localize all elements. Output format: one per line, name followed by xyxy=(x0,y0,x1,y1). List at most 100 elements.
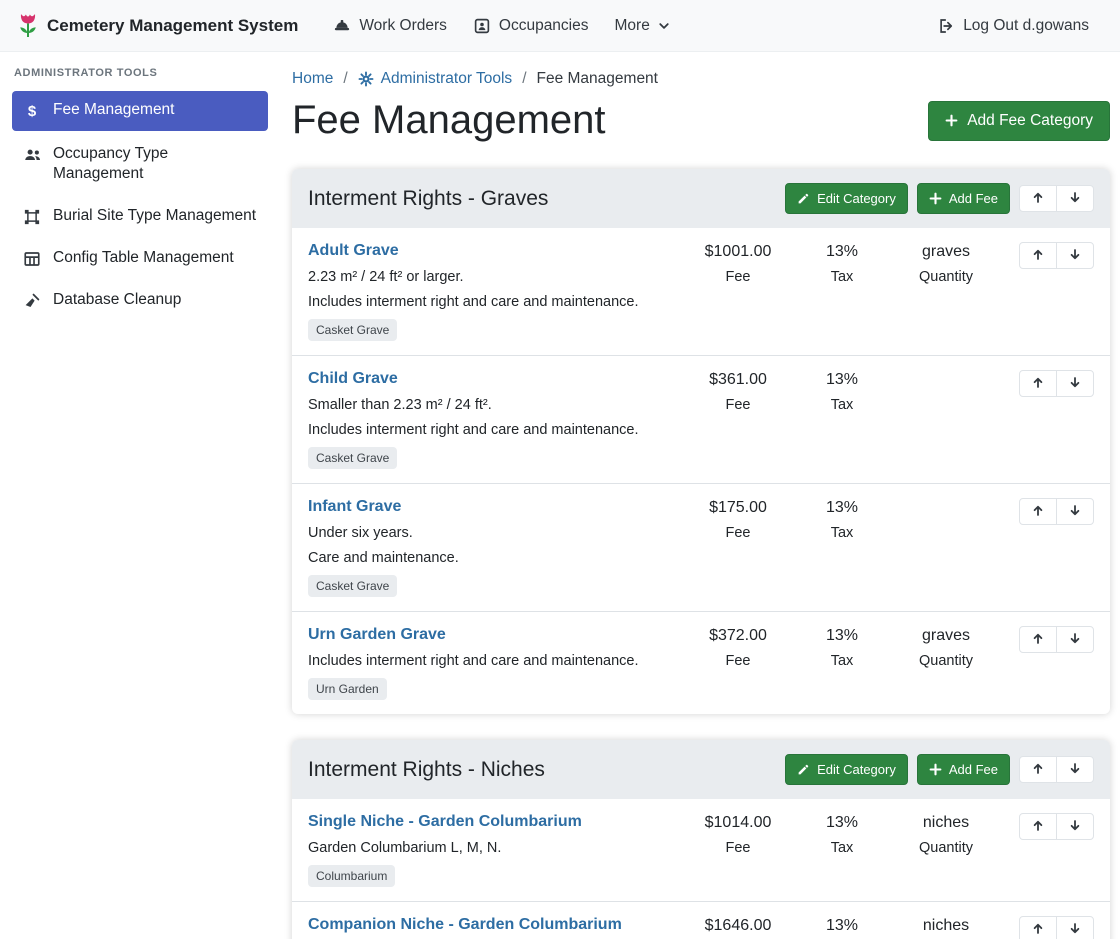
app-title: Cemetery Management System xyxy=(47,16,298,36)
fee-descriptions: Smaller than 2.23 m² / 24 ft².Includes i… xyxy=(308,397,680,438)
nav-item-occupancies[interactable]: Occupancies xyxy=(460,9,602,43)
fee-amount-column: $1001.00 Fee xyxy=(686,242,790,285)
fee-type-badge: Urn Garden xyxy=(308,678,387,700)
fee-quantity-column: niches Quantity xyxy=(894,916,998,939)
move-fee-down-button[interactable] xyxy=(1056,916,1094,939)
breadcrumb-home-link[interactable]: Home xyxy=(292,70,333,88)
page-title: Fee Management xyxy=(292,98,606,143)
sidebar-item-burial-site-type-management[interactable]: Burial Site Type Management xyxy=(12,197,268,235)
fee-amount: $175.00 xyxy=(686,498,790,517)
add-fee-category-label: Add Fee Category xyxy=(967,112,1093,130)
fee-description: Garden Columbarium L, M, N. xyxy=(308,840,680,856)
add-fee-label: Add Fee xyxy=(949,191,998,206)
fee-tax-label: Tax xyxy=(790,525,894,541)
arrow-down-icon xyxy=(1069,504,1081,517)
move-fee-down-button[interactable] xyxy=(1056,242,1094,269)
move-fee-up-button[interactable] xyxy=(1019,498,1057,525)
fee-tax: 13% xyxy=(790,916,894,935)
sidebar-item-config-table-management[interactable]: Config Table Management xyxy=(12,239,268,277)
move-fee-up-button[interactable] xyxy=(1019,626,1057,653)
fee-quantity: niches xyxy=(894,813,998,832)
move-fee-up-button[interactable] xyxy=(1019,370,1057,397)
fee-name-link[interactable]: Single Niche - Garden Columbarium xyxy=(308,813,582,831)
breadcrumb: Home / Administrator Tools / Fee Managem… xyxy=(292,70,1110,88)
gear-icon xyxy=(358,71,374,87)
fee-amount-column: $1646.00 Fee xyxy=(686,916,790,939)
arrow-down-icon xyxy=(1069,819,1081,832)
edit-category-label: Edit Category xyxy=(817,191,896,206)
navbar-items: Work Orders Occupancies More xyxy=(320,9,683,43)
edit-category-button[interactable]: Edit Category xyxy=(785,183,908,214)
fee-quantity-label: Quantity xyxy=(894,840,998,856)
add-fee-button[interactable]: Add Fee xyxy=(917,183,1010,214)
fee-amount-label: Fee xyxy=(686,269,790,285)
sidebar-heading: ADMINISTRATOR TOOLS xyxy=(14,67,266,79)
fee-descriptions: Garden Columbarium L, M, N. xyxy=(308,840,680,856)
fee-name-link[interactable]: Infant Grave xyxy=(308,498,401,516)
fee-descriptions: Includes interment right and care and ma… xyxy=(308,653,680,669)
fee-name-link[interactable]: Urn Garden Grave xyxy=(308,626,446,644)
sidebar-list: $ Fee Management Occupancy Type Manageme… xyxy=(12,91,268,319)
add-fee-button[interactable]: Add Fee xyxy=(917,754,1010,785)
breadcrumb-separator: / xyxy=(343,70,347,88)
fee-quantity-column: niches Quantity xyxy=(894,813,998,856)
fee-tax-column: 13% Tax xyxy=(790,813,894,856)
fee-tax-column: 13% Tax xyxy=(790,626,894,669)
fee-description: 2.23 m² / 24 ft² or larger. xyxy=(308,269,680,285)
move-category-down-button[interactable] xyxy=(1056,185,1094,212)
fee-info: Child Grave Smaller than 2.23 m² / 24 ft… xyxy=(308,370,686,469)
sidebar-item-occupancy-type-management[interactable]: Occupancy Type Management xyxy=(12,135,268,193)
arrow-down-icon xyxy=(1069,191,1081,204)
logout-button[interactable]: Log Out d.gowans xyxy=(924,9,1102,43)
fee-name-link[interactable]: Companion Niche - Garden Columbarium xyxy=(308,916,622,934)
fee-reorder-buttons xyxy=(1012,916,1094,939)
fee-description: Smaller than 2.23 m² / 24 ft². xyxy=(308,397,680,413)
move-fee-up-button[interactable] xyxy=(1019,916,1057,939)
move-category-up-button[interactable] xyxy=(1019,756,1057,783)
move-category-down-button[interactable] xyxy=(1056,756,1094,783)
fee-rows: Adult Grave 2.23 m² / 24 ft² or larger. I… xyxy=(292,228,1110,714)
move-fee-down-button[interactable] xyxy=(1056,626,1094,653)
category-actions: Edit Category Add Fee xyxy=(785,754,1094,785)
arrow-down-icon xyxy=(1069,632,1081,645)
fee-row: Urn Garden Grave Includes interment righ… xyxy=(292,611,1110,714)
move-fee-down-button[interactable] xyxy=(1056,370,1094,397)
fee-name-link[interactable]: Adult Grave xyxy=(308,242,399,260)
pencil-icon xyxy=(797,763,810,776)
fee-reorder-buttons xyxy=(1012,370,1094,397)
move-fee-up-button[interactable] xyxy=(1019,813,1057,840)
breadcrumb-admin-link[interactable]: Administrator Tools xyxy=(358,70,513,88)
fee-type-badge: Casket Grave xyxy=(308,575,397,597)
fee-info: Adult Grave 2.23 m² / 24 ft² or larger.I… xyxy=(308,242,686,341)
move-category-up-button[interactable] xyxy=(1019,185,1057,212)
move-fee-up-button[interactable] xyxy=(1019,242,1057,269)
nav-item-more[interactable]: More xyxy=(602,9,683,43)
add-fee-category-button[interactable]: Add Fee Category xyxy=(928,101,1110,141)
fee-amount: $1001.00 xyxy=(686,242,790,261)
plus-icon xyxy=(929,763,942,776)
add-fee-label: Add Fee xyxy=(949,762,998,777)
fee-quantity: graves xyxy=(894,242,998,261)
category-reorder-buttons xyxy=(1019,756,1094,783)
sidebar-item-fee-management[interactable]: $ Fee Management xyxy=(12,91,268,131)
category-title: Interment Rights - Graves xyxy=(308,187,785,211)
fee-name-link[interactable]: Child Grave xyxy=(308,370,398,388)
fee-type-badge: Casket Grave xyxy=(308,319,397,341)
app-brand: Cemetery Management System xyxy=(18,12,298,39)
sidebar-item-database-cleanup[interactable]: Database Cleanup xyxy=(12,281,268,319)
plus-icon xyxy=(945,114,958,127)
fee-info: Urn Garden Grave Includes interment righ… xyxy=(308,626,686,700)
fee-description: Under six years. xyxy=(308,525,680,541)
fee-tax: 13% xyxy=(790,626,894,645)
category-actions: Edit Category Add Fee xyxy=(785,183,1094,214)
edit-category-button[interactable]: Edit Category xyxy=(785,754,908,785)
nav-item-work-orders[interactable]: Work Orders xyxy=(320,9,460,43)
fee-amount: $1646.00 xyxy=(686,916,790,935)
fee-amount-column: $175.00 Fee xyxy=(686,498,790,541)
fee-tax-column: 13% Tax xyxy=(790,370,894,413)
move-fee-down-button[interactable] xyxy=(1056,813,1094,840)
fee-quantity-column xyxy=(894,498,998,506)
arrow-down-icon xyxy=(1069,376,1081,389)
fee-amount: $372.00 xyxy=(686,626,790,645)
move-fee-down-button[interactable] xyxy=(1056,498,1094,525)
